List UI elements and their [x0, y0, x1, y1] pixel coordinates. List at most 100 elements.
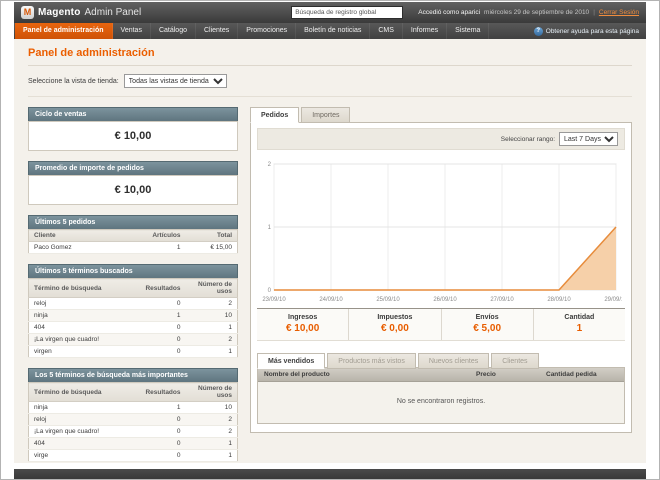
column-header: Artículos [143, 229, 186, 242]
tab-pedidos[interactable]: Pedidos [250, 107, 300, 123]
last-orders-panel: Últimos 5 pedidos Cliente Artículos Tota… [28, 215, 238, 254]
cell-results: 1 [140, 309, 186, 322]
top-search-terms-table: Término de búsqueda Resultados Número de… [28, 382, 238, 462]
column-header: Número de usos [185, 382, 238, 402]
separator: | [593, 9, 595, 16]
empty-grid-message: No se encontraron registros. [258, 382, 624, 423]
table-row[interactable]: ninja 1 10 [28, 309, 238, 322]
nav-item-catalogo[interactable]: Catálogo [151, 23, 196, 39]
table-row[interactable]: reloj 0 2 [28, 297, 238, 310]
nav-item-ventas[interactable]: Ventas [113, 23, 151, 39]
column-header: Cliente [28, 229, 144, 242]
logged-in-text: Accedió como aparici [418, 9, 481, 16]
cell-results: 0 [140, 345, 186, 358]
divider [28, 96, 632, 97]
table-row[interactable]: ¡La virgen que cuadro! 0 2 [28, 425, 238, 438]
nav-item-dashboard[interactable]: Panel de administración [15, 23, 113, 39]
cell-items: 1 [143, 241, 186, 254]
logout-link[interactable]: Cerrar Sesión [599, 9, 639, 16]
nav-item-promociones[interactable]: Promociones [238, 23, 297, 39]
range-selector-row: Seleccionar rango: Last 7 Days [257, 128, 625, 150]
table-row[interactable]: virge 0 1 [28, 449, 238, 462]
header-date: miércoles 29 de septiembre de 2010 [484, 9, 590, 16]
column-header: Total [185, 229, 238, 242]
column-header: Nombre del producto [264, 371, 330, 378]
cell-term: ¡La virgen que cuadro! [28, 425, 141, 438]
stat-ingresos: Ingresos € 10,00 [257, 309, 350, 340]
column-header: Cantidad pedida [546, 371, 597, 378]
magento-logo-icon: M [21, 6, 34, 19]
header-user-area: Accedió como aparici miércoles 29 de sep… [418, 9, 639, 16]
svg-text:2: 2 [268, 162, 272, 168]
global-search-input[interactable] [291, 6, 404, 19]
cell-results: 0 [140, 333, 186, 346]
chart-tabs: Pedidos Importes [250, 107, 632, 123]
nav-item-informes[interactable]: Informes [403, 23, 448, 39]
table-row[interactable]: ¡La virgen que cuadro! 0 2 [28, 333, 238, 346]
app-wrapper: M Magento Admin Panel Accedió como apari… [14, 2, 646, 479]
cell-term: 404 [28, 321, 141, 334]
column-header: Precio [476, 371, 496, 378]
main-nav: Panel de administración Ventas Catálogo … [14, 23, 646, 39]
svg-text:28/09/10: 28/09/10 [547, 297, 571, 303]
bestsellers-grid: Nombre del producto Precio Cantidad pedi… [257, 367, 625, 424]
logo-text: Magento [38, 7, 81, 18]
tab-clientes[interactable]: Clientes [491, 353, 539, 369]
orders-area-chart: 23/09/10 24/09/10 25/09/10 26/09/10 27/09/10… [262, 162, 622, 303]
cell-uses: 2 [185, 425, 238, 438]
svg-text:0: 0 [268, 288, 272, 294]
divider [28, 65, 632, 66]
table-row[interactable]: 404 0 1 [28, 437, 238, 450]
table-row[interactable]: virgen 0 1 [28, 345, 238, 358]
tab-mas-vendidos[interactable]: Más vendidos [257, 353, 326, 369]
nav-item-sistema[interactable]: Sistema [447, 23, 490, 39]
cell-uses: 2 [185, 333, 238, 346]
dashboard-content: Panel de administración Seleccione la vi… [14, 39, 646, 463]
lifetime-sales-panel: Ciclo de ventas € 10,00 [28, 107, 238, 151]
store-view-switcher: Seleccione la vista de tienda: Todas las… [28, 74, 632, 88]
last-orders-title: Últimos 5 pedidos [28, 215, 238, 229]
svg-text:1: 1 [268, 225, 272, 231]
cell-results: 1 [140, 401, 186, 414]
help-link[interactable]: ? Obtener ayuda para esta página [528, 23, 645, 39]
cell-uses: 2 [185, 297, 238, 310]
tab-nuevos-clientes[interactable]: Nuevos clientes [417, 353, 490, 369]
last-search-terms-table: Término de búsqueda Resultados Número de… [28, 278, 238, 358]
stat-impuestos: Impuestos € 0,00 [349, 309, 442, 340]
help-label: Obtener ayuda para esta página [545, 27, 639, 35]
stat-label: Ingresos [288, 314, 318, 321]
range-label: Seleccionar rango: [500, 135, 555, 143]
cell-results: 0 [140, 413, 186, 426]
totals-bar: Ingresos € 10,00 Impuestos € 0,00 Envíos… [257, 308, 625, 341]
table-row[interactable]: reloj 0 2 [28, 413, 238, 426]
page-title: Panel de administración [28, 47, 155, 59]
last-search-terms-panel: Últimos 5 términos buscados Término de b… [28, 264, 238, 358]
cell-results: 0 [140, 321, 186, 334]
cell-results: 0 [140, 449, 186, 462]
cell-uses: 1 [185, 437, 238, 450]
orders-chart-panel: Seleccionar rango: Last 7 Days 23/09/10 2… [250, 122, 632, 433]
svg-text:29/09/10: 29/09/10 [604, 297, 622, 303]
tab-importes[interactable]: Importes [301, 107, 351, 123]
cell-total: € 15,00 [185, 241, 238, 254]
stat-value: € 10,00 [285, 323, 320, 334]
cell-uses: 2 [185, 413, 238, 426]
table-row[interactable]: Paco Gomez 1 € 15,00 [28, 241, 238, 254]
svg-text:26/09/10: 26/09/10 [433, 297, 457, 303]
table-row[interactable]: 404 0 1 [28, 321, 238, 334]
nav-item-clientes[interactable]: Clientes [196, 23, 239, 39]
stat-cantidad: Cantidad 1 [534, 309, 625, 340]
table-row[interactable]: ninja 1 10 [28, 401, 238, 414]
column-header: Término de búsqueda [28, 278, 141, 298]
column-header: Resultados [140, 382, 186, 402]
store-view-select[interactable]: Todas las vistas de tienda [123, 74, 227, 88]
grid-header-row: Nombre del producto Precio Cantidad pedi… [258, 368, 624, 382]
svg-text:27/09/10: 27/09/10 [490, 297, 514, 303]
nav-item-cms[interactable]: CMS [370, 23, 403, 39]
last-search-terms-title: Últimos 5 términos buscados [28, 264, 238, 278]
header-bar: M Magento Admin Panel Accedió como apari… [14, 2, 646, 23]
nav-item-boletin[interactable]: Boletín de noticias [296, 23, 371, 39]
tab-productos-mas-vistos[interactable]: Productos más vistos [327, 353, 416, 369]
range-select[interactable]: Last 7 Days [559, 132, 618, 146]
stat-label: Impuestos [377, 314, 413, 321]
